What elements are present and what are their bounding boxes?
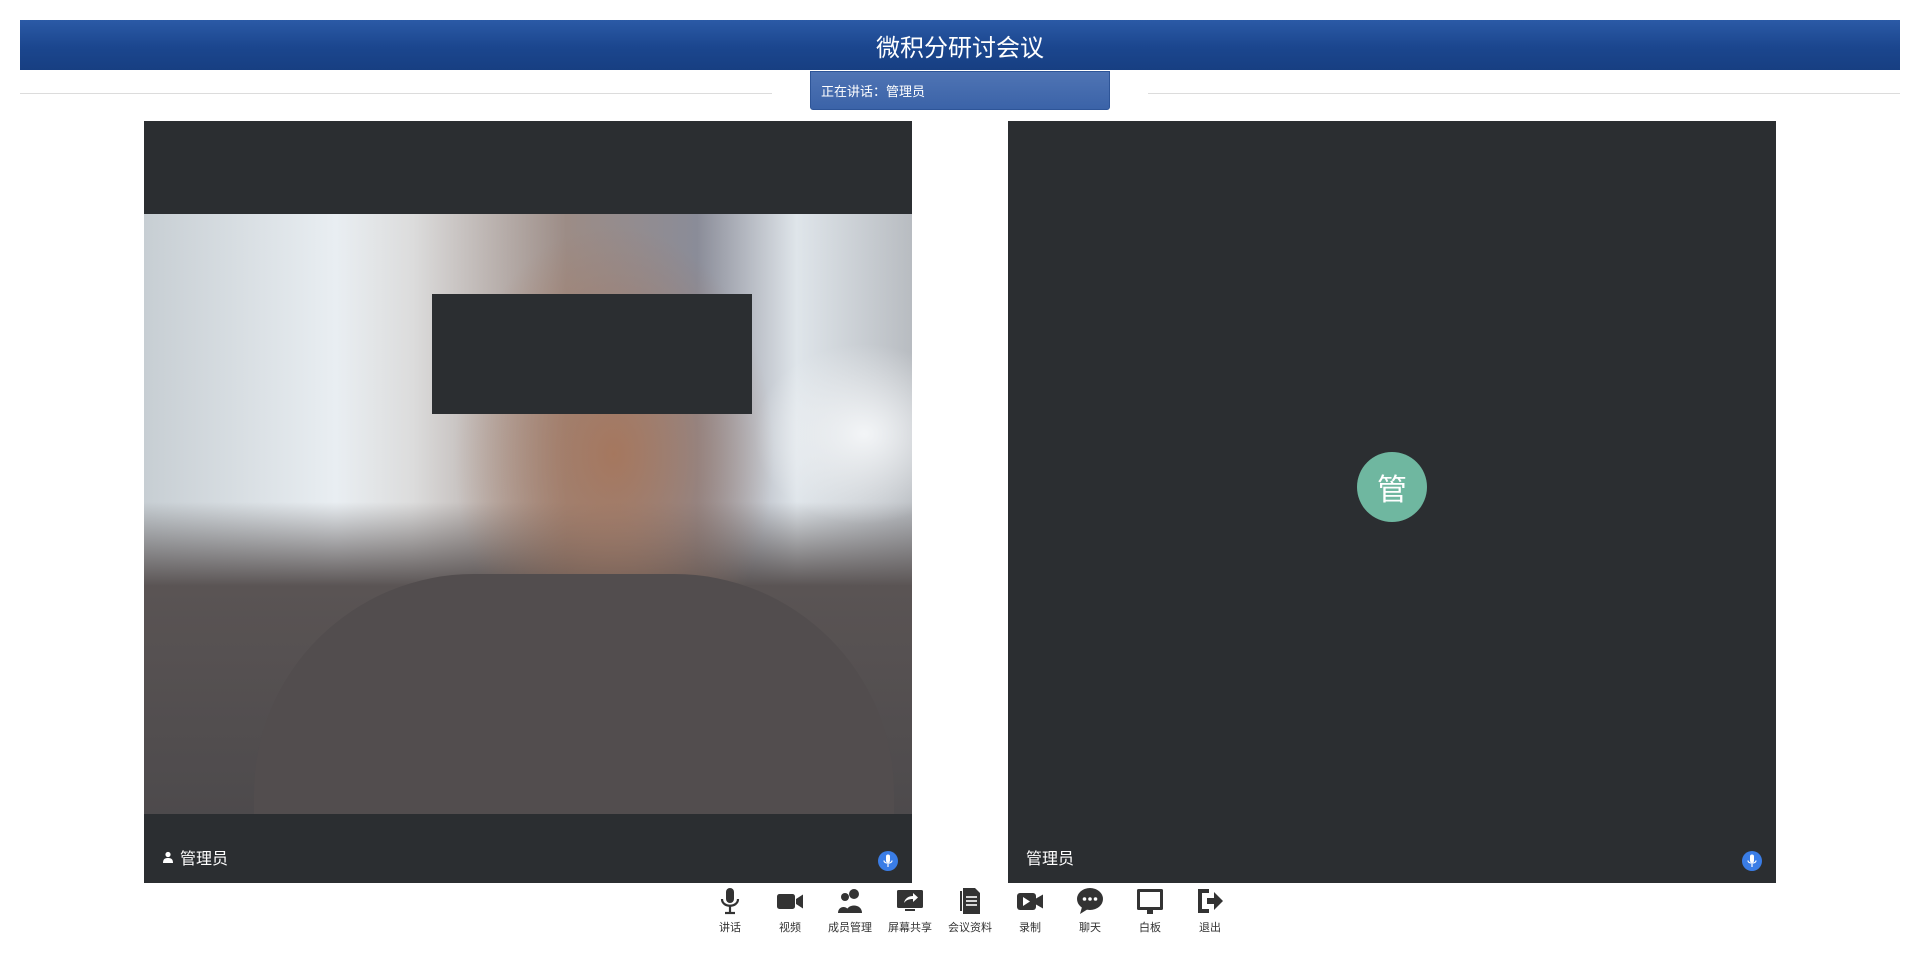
whiteboard-button[interactable]: 白板 bbox=[1120, 885, 1180, 945]
exit-icon bbox=[1198, 889, 1223, 913]
avatar: 管 bbox=[1357, 452, 1427, 522]
video-button[interactable]: 视频 bbox=[760, 885, 820, 945]
microphone-icon bbox=[720, 888, 740, 915]
record-icon bbox=[1017, 893, 1043, 910]
video-tile-remote[interactable]: 管 管理员 bbox=[1008, 121, 1776, 883]
record-button[interactable]: 录制 bbox=[1000, 885, 1060, 945]
mic-icon[interactable] bbox=[1742, 851, 1762, 871]
current-speaker-indicator: 正在讲话：管理员 bbox=[810, 71, 1110, 110]
screen-share-icon bbox=[897, 890, 923, 911]
members-icon bbox=[838, 889, 862, 913]
participant-name: 管理员 bbox=[180, 849, 229, 868]
participant-name: 管理员 bbox=[1026, 849, 1075, 868]
current-speaker-label: 正在讲话：管理员 bbox=[821, 85, 926, 100]
camera-feed bbox=[144, 214, 912, 814]
exit-button[interactable]: 退出 bbox=[1180, 885, 1240, 945]
video-tile-local[interactable]: 管理员 bbox=[144, 121, 912, 883]
whiteboard-label: 白板 bbox=[1139, 921, 1161, 934]
members-button[interactable]: 成员管理 bbox=[820, 885, 880, 945]
documents-button[interactable]: 会议资料 bbox=[940, 885, 1000, 945]
participant-silhouette bbox=[254, 574, 894, 814]
screen-share-label: 屏幕共享 bbox=[888, 921, 932, 934]
video-camera-icon bbox=[777, 894, 803, 909]
chat-label: 聊天 bbox=[1079, 921, 1101, 934]
participant-name-bar: 管理员 bbox=[162, 845, 228, 869]
screen-share-button[interactable]: 屏幕共享 bbox=[880, 885, 940, 945]
participant-name-bar: 管理员 bbox=[1026, 845, 1074, 869]
divider-right bbox=[1148, 93, 1900, 94]
chat-button[interactable]: 聊天 bbox=[1060, 885, 1120, 945]
documents-label: 会议资料 bbox=[948, 921, 992, 934]
video-mask bbox=[432, 294, 752, 414]
talk-label: 讲话 bbox=[719, 921, 741, 934]
documents-icon bbox=[960, 888, 980, 914]
record-label: 录制 bbox=[1019, 921, 1041, 934]
user-icon bbox=[163, 851, 173, 863]
meeting-title: 微积分研讨会议 bbox=[876, 33, 1044, 62]
meeting-toolbar: 讲话 视频 成员管理 屏幕共享 会议资料 录制 聊天 白板 退出 bbox=[700, 885, 1240, 945]
video-label: 视频 bbox=[779, 921, 801, 934]
members-label: 成员管理 bbox=[828, 921, 872, 934]
meeting-title-bar: 微积分研讨会议 bbox=[20, 20, 1900, 70]
avatar-initial: 管 bbox=[1377, 473, 1407, 508]
mic-icon[interactable] bbox=[878, 851, 898, 871]
exit-label: 退出 bbox=[1199, 921, 1221, 934]
divider-left bbox=[20, 93, 772, 94]
whiteboard-icon bbox=[1137, 889, 1163, 914]
talk-button[interactable]: 讲话 bbox=[700, 885, 760, 945]
chat-icon bbox=[1077, 888, 1103, 914]
